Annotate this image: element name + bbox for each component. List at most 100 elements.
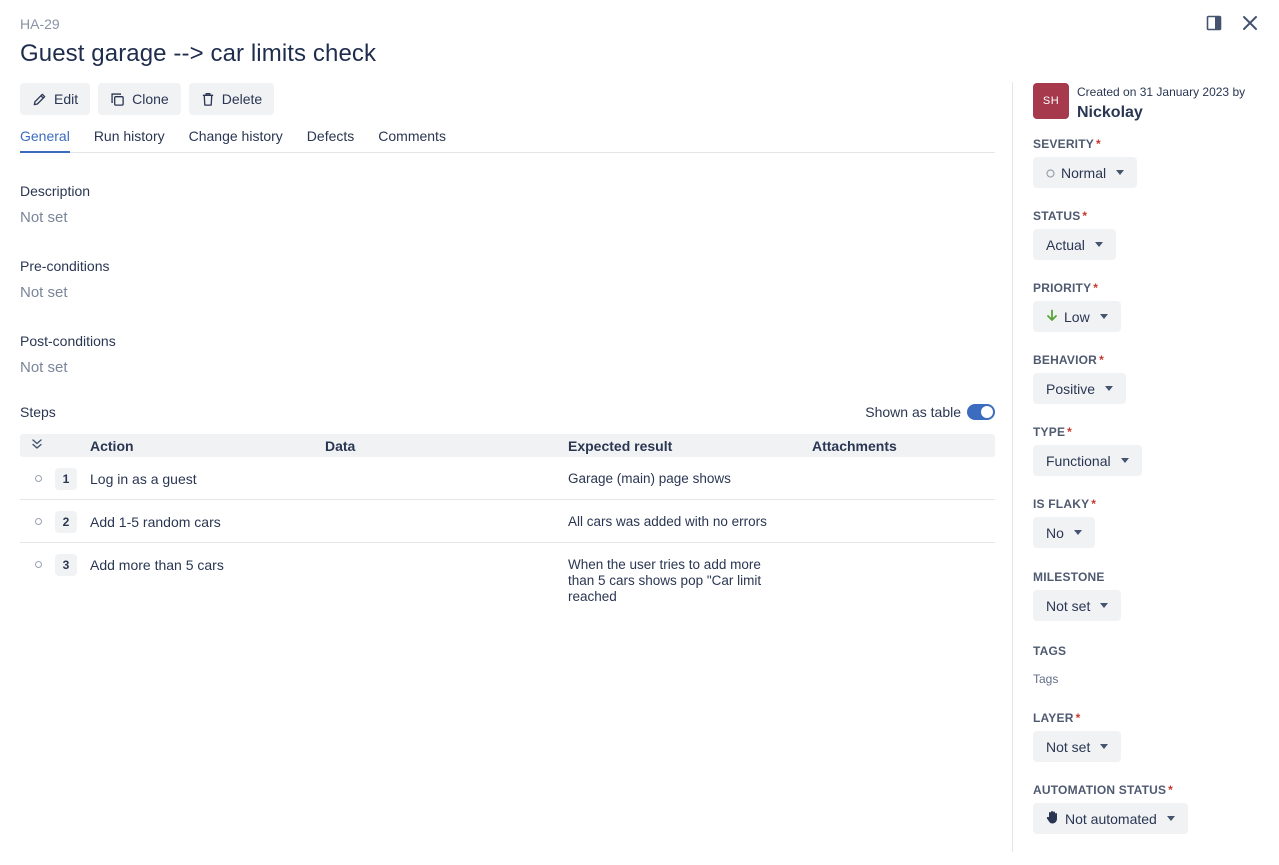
table-row[interactable]: 1 Log in as a guest Garage (main) page s… — [20, 457, 995, 500]
chevron-down-icon — [1094, 242, 1103, 247]
chevron-down-icon — [1100, 744, 1109, 749]
type-value: Functional — [1046, 452, 1111, 469]
priority-value: Low — [1064, 308, 1090, 325]
step-status-dot[interactable] — [35, 518, 42, 525]
description-value[interactable]: Not set — [20, 209, 68, 226]
status-dropdown[interactable]: Actual — [1033, 229, 1116, 260]
tab-defects[interactable]: Defects — [307, 128, 354, 153]
column-header-expected-result: Expected result — [568, 438, 673, 454]
creator-info: SH Created on 31 January 2023 by Nickola… — [1033, 83, 1263, 123]
priority-dropdown[interactable]: Low — [1033, 301, 1121, 332]
preconditions-label: Pre-conditions — [20, 258, 110, 274]
behavior-value: Positive — [1046, 380, 1096, 397]
tags-label: TAGS — [1033, 644, 1067, 658]
tab-comments[interactable]: Comments — [378, 128, 446, 153]
chevron-down-icon — [1116, 170, 1125, 175]
postconditions-label: Post-conditions — [20, 333, 116, 349]
priority-label: PRIORITY * — [1033, 281, 1099, 295]
automation-status-value: Not automated — [1065, 810, 1157, 827]
steps-table: Action Data Expected result Attachments … — [20, 434, 995, 613]
milestone-dropdown[interactable]: Not set — [1033, 590, 1122, 621]
severity-field: SEVERITY * Normal — [1033, 137, 1138, 188]
is-flaky-value: No — [1046, 524, 1064, 541]
behavior-dropdown[interactable]: Positive — [1033, 373, 1127, 404]
close-icon[interactable] — [1239, 12, 1261, 34]
case-key: HA-29 — [20, 16, 60, 32]
is-flaky-field: IS FLAKY * No — [1033, 497, 1096, 548]
severity-normal-icon — [1046, 165, 1055, 181]
milestone-value: Not set — [1046, 597, 1091, 614]
step-number: 2 — [55, 511, 77, 533]
severity-label: SEVERITY * — [1033, 137, 1101, 151]
panel-layout-icon[interactable] — [1203, 12, 1225, 34]
delete-button[interactable]: Delete — [188, 83, 275, 115]
type-label: TYPE * — [1033, 425, 1073, 439]
edit-button[interactable]: Edit — [20, 83, 91, 115]
chevron-down-icon — [1120, 458, 1129, 463]
steps-table-header: Action Data Expected result Attachments — [20, 434, 995, 457]
behavior-label: BEHAVIOR * — [1033, 353, 1104, 367]
is-flaky-label: IS FLAKY * — [1033, 497, 1097, 511]
avatar[interactable]: SH — [1033, 83, 1069, 119]
chevron-down-icon — [1166, 816, 1175, 821]
hand-icon — [1046, 810, 1059, 827]
automation-status-dropdown[interactable]: Not automated — [1033, 803, 1188, 834]
step-expected-result: All cars was added with no errors — [568, 514, 767, 529]
shown-as-table-label: Shown as table — [865, 404, 961, 420]
status-field: STATUS * Actual — [1033, 209, 1116, 260]
collapse-all-icon[interactable] — [30, 437, 44, 454]
shown-as-table-toggle-group: Shown as table — [865, 404, 995, 420]
creator-name: Nickolay — [1077, 104, 1143, 121]
step-action: Log in as a guest — [90, 471, 197, 487]
automation-status-field: AUTOMATION STATUS * Not automated — [1033, 783, 1188, 834]
created-on-text: Created on 31 January 2023 by — [1077, 85, 1246, 99]
postconditions-value[interactable]: Not set — [20, 359, 68, 376]
window-controls — [1203, 12, 1261, 34]
clone-button[interactable]: Clone — [98, 83, 181, 115]
layer-dropdown[interactable]: Not set — [1033, 731, 1122, 762]
step-number: 1 — [55, 468, 77, 490]
arrow-down-icon — [1046, 309, 1058, 325]
table-row[interactable]: 2 Add 1-5 random cars All cars was added… — [20, 500, 995, 543]
column-header-data: Data — [325, 438, 356, 454]
tab-bar: General Run history Change history Defec… — [20, 128, 995, 153]
copy-icon — [110, 92, 125, 107]
type-dropdown[interactable]: Functional — [1033, 445, 1142, 476]
preconditions-value[interactable]: Not set — [20, 284, 68, 301]
step-status-dot[interactable] — [35, 561, 42, 568]
automation-status-label: AUTOMATION STATUS * — [1033, 783, 1174, 797]
layer-field: LAYER * Not set — [1033, 711, 1122, 762]
tab-run-history[interactable]: Run history — [94, 128, 165, 153]
chevron-down-icon — [1099, 314, 1108, 319]
tab-change-history[interactable]: Change history — [189, 128, 283, 153]
chevron-down-icon — [1100, 603, 1109, 608]
table-row[interactable]: 3 Add more than 5 cars When the user tri… — [20, 543, 995, 613]
tags-field: TAGS Tags — [1033, 644, 1066, 686]
shown-as-table-toggle[interactable] — [967, 404, 995, 420]
chevron-down-icon — [1105, 386, 1114, 391]
pencil-icon — [32, 92, 47, 107]
tab-general[interactable]: General — [20, 128, 70, 153]
step-status-dot[interactable] — [35, 475, 42, 482]
clone-button-label: Clone — [132, 91, 169, 107]
layer-value: Not set — [1046, 738, 1091, 755]
step-expected-result: Garage (main) page shows — [568, 471, 731, 486]
delete-button-label: Delete — [221, 91, 263, 107]
step-number: 3 — [55, 554, 77, 576]
severity-value: Normal — [1061, 164, 1107, 181]
is-flaky-dropdown[interactable]: No — [1033, 517, 1095, 548]
description-label: Description — [20, 183, 91, 199]
tags-input[interactable]: Tags — [1033, 672, 1066, 686]
case-title: Guest garage --> car limits check — [20, 40, 377, 67]
behavior-field: BEHAVIOR * Positive — [1033, 353, 1127, 404]
sidebar-divider — [1012, 82, 1013, 852]
milestone-field: MILESTONE Not set — [1033, 570, 1122, 621]
step-expected-result: When the user tries to add more than 5 c… — [568, 557, 762, 604]
step-action: Add 1-5 random cars — [90, 514, 221, 530]
chevron-down-icon — [1073, 530, 1082, 535]
severity-dropdown[interactable]: Normal — [1033, 157, 1138, 188]
priority-field: PRIORITY * Low — [1033, 281, 1121, 332]
details-sidebar: SH Created on 31 January 2023 by Nickola… — [1033, 83, 1263, 834]
status-value: Actual — [1046, 236, 1085, 253]
column-header-attachments: Attachments — [812, 438, 897, 454]
